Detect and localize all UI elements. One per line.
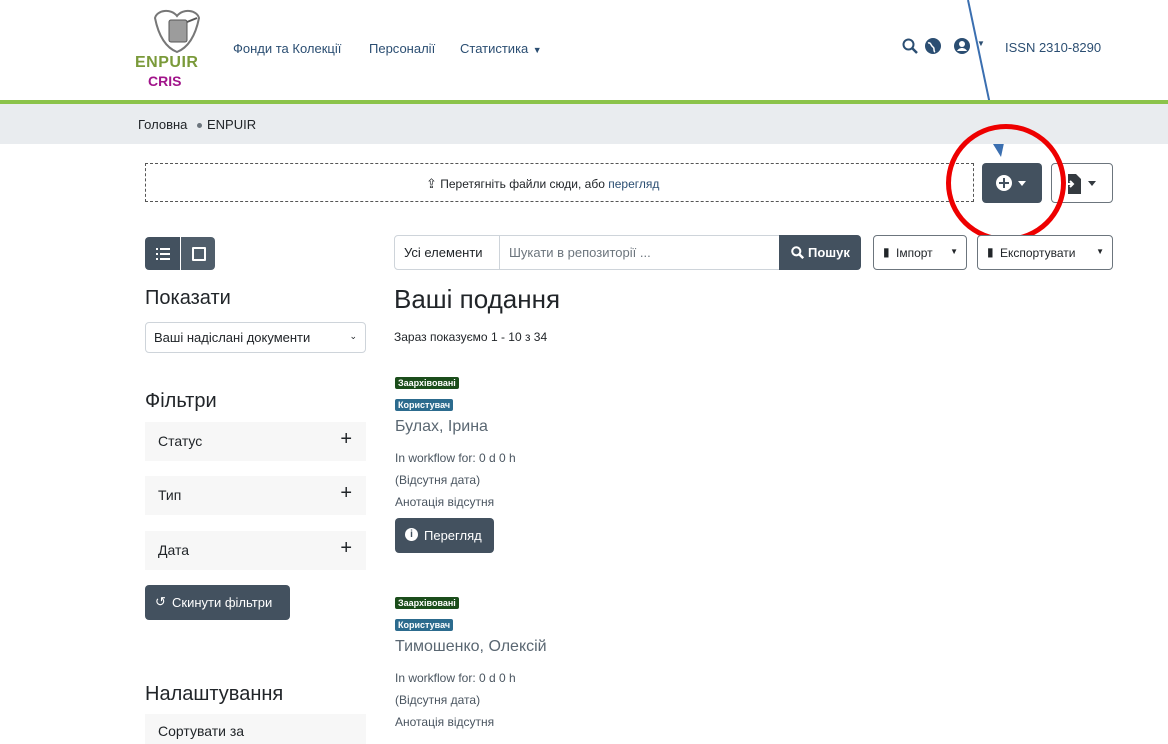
- item-title[interactable]: Тимошенко, Олексій: [395, 638, 547, 656]
- type-badge: Користувач: [395, 399, 454, 411]
- sort-by[interactable]: Сортувати за: [145, 714, 366, 744]
- show-select[interactable]: Ваші надіслані документи ⌄: [145, 322, 366, 353]
- list-icon: [156, 248, 170, 260]
- annotation-circle: [946, 124, 1066, 242]
- show-title: Показати: [145, 287, 231, 309]
- undo-icon: ↺: [155, 594, 166, 609]
- item-abstract: Анотація відсутня: [395, 495, 495, 509]
- filters-title: Фільтри: [145, 390, 217, 412]
- settings-title: Налаштування: [145, 683, 284, 705]
- filter-status[interactable]: Статус +: [145, 422, 366, 461]
- list-view-button[interactable]: [145, 237, 180, 270]
- filter-type[interactable]: Тип +: [145, 476, 366, 515]
- workflow-text: In workflow for: 0 d 0 h: [395, 671, 516, 685]
- dropzone-text: ⇪ Перетягніть файли сюди, або перегляд: [426, 176, 660, 191]
- chevron-down-icon: ▼: [1096, 247, 1104, 256]
- item-abstract: Анотація відсутня: [395, 715, 495, 729]
- dropzone-browse-link[interactable]: перегляд: [608, 177, 659, 191]
- export-button[interactable]: ▮ Експортувати ▼: [977, 235, 1113, 270]
- upload-icon: ⇪: [426, 176, 437, 191]
- file-import-icon: [1064, 174, 1096, 194]
- item-title[interactable]: Булах, Ірина: [395, 418, 488, 436]
- file-icon: ▮: [987, 245, 994, 259]
- square-icon: [192, 247, 206, 261]
- search-button[interactable]: Пошук: [779, 235, 861, 270]
- status-badge: Заархівовані: [395, 597, 459, 609]
- search-icon: [791, 246, 804, 259]
- grid-view-button[interactable]: [181, 237, 215, 270]
- page-title: Ваші подання: [394, 284, 561, 314]
- workflow-text: In workflow for: 0 d 0 h: [395, 451, 516, 465]
- status-badge: Заархівовані: [395, 377, 459, 389]
- breadcrumb-home[interactable]: Головна: [138, 117, 187, 132]
- file-icon: ▮: [883, 245, 890, 259]
- filter-date[interactable]: Дата +: [145, 531, 366, 570]
- plus-icon: +: [340, 428, 352, 450]
- plus-icon: +: [340, 482, 352, 504]
- import-button[interactable]: ▮ Імпорт ▼: [873, 235, 967, 270]
- search-bar: Усі елементи Шукати в репозиторії ... По…: [394, 235, 861, 270]
- type-badge: Користувач: [395, 619, 454, 631]
- chevron-down-icon: ⌄: [349, 331, 357, 341]
- info-icon: i: [405, 528, 418, 541]
- search-input[interactable]: Шукати в репозиторії ...: [509, 245, 651, 260]
- breadcrumb-current: ENPUIR: [207, 117, 257, 132]
- item-date: (Відсутня дата): [395, 693, 481, 707]
- search-scope[interactable]: Усі елементи: [395, 236, 500, 269]
- item-date: (Відсутня дата): [395, 473, 481, 487]
- results-count: Зараз показуємо 1 - 10 з 34: [394, 330, 548, 344]
- reset-filters-button[interactable]: ↺ Скинути фільтри: [145, 585, 290, 620]
- breadcrumb-separator: [197, 123, 202, 128]
- view-button[interactable]: i Перегляд: [395, 518, 494, 553]
- chevron-down-icon: ▼: [950, 247, 958, 256]
- plus-icon: +: [340, 537, 352, 559]
